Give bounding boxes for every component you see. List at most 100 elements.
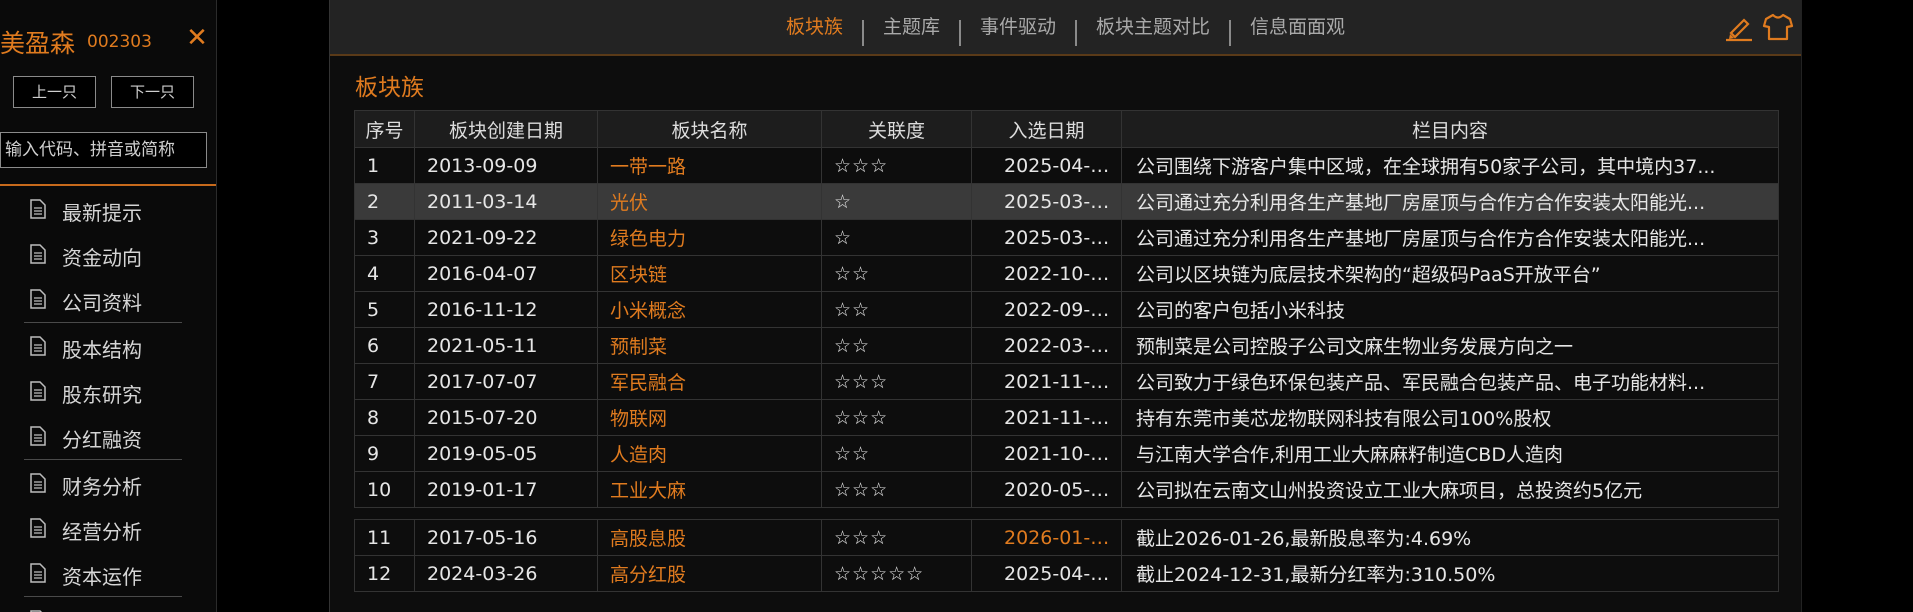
table-row[interactable]: 3 2021-09-22 绿色电力 ☆ 2025-03-19 公司通过充分利用各… [354, 219, 1779, 256]
table-row[interactable]: 7 2017-07-07 军民融合 ☆☆☆ 2021-11-02 公司致力于绿色… [354, 363, 1779, 400]
cell-index: 1 [354, 147, 415, 184]
close-icon[interactable]: ✕ [184, 24, 210, 52]
cell-sector-name[interactable]: 一带一路 [597, 147, 822, 184]
table-row[interactable]: 12 2024-03-26 高分红股 ☆☆☆☆☆ 2025-04-15 截止20… [354, 555, 1779, 592]
col-header-created-date[interactable]: 板块创建日期 [414, 110, 598, 148]
cell-index: 7 [354, 363, 415, 400]
tab-event-driven[interactable]: 事件驱动 [961, 0, 1075, 54]
menu-item-share-structure[interactable]: 股本结构 [28, 328, 198, 364]
cell-index: 2 [354, 183, 415, 220]
cell-selected-date: 2022-03-22 [971, 327, 1122, 364]
col-header-selected-date[interactable]: 入选日期 [971, 110, 1122, 148]
cell-selected-date: 2025-04-23 [971, 147, 1122, 184]
col-header-content[interactable]: 栏目内容 [1121, 110, 1779, 148]
cell-created-date: 2015-07-20 [414, 399, 598, 436]
tab-theme-library[interactable]: 主题库 [864, 0, 959, 54]
menu-item-latest-tips[interactable]: 最新提示 [28, 191, 198, 227]
menu-item-label: 资金动向 [62, 246, 142, 270]
menu-item-label: 股东研究 [62, 383, 142, 407]
menu-item-next-partial[interactable] [28, 602, 198, 612]
menu-item-financial-analysis[interactable]: 财务分析 [28, 465, 198, 501]
cell-sector-name[interactable]: 小米概念 [597, 291, 822, 328]
cell-created-date: 2017-07-07 [414, 363, 598, 400]
table-row[interactable]: 5 2016-11-12 小米概念 ☆☆ 2022-09-27 公司的客户包括小… [354, 291, 1779, 328]
document-icon [30, 563, 46, 583]
edit-icon[interactable] [1723, 12, 1755, 42]
cell-index: 9 [354, 435, 415, 472]
prev-stock-button[interactable]: 上一只 [13, 76, 96, 108]
table-row[interactable]: 8 2015-07-20 物联网 ☆☆☆ 2021-11-02 持有东莞市美芯龙… [354, 399, 1779, 436]
table-row[interactable]: 2 2011-03-14 光伏 ☆ 2025-03-20 公司通过充分利用各生产… [354, 183, 1779, 220]
table-row[interactable]: 9 2019-05-05 人造肉 ☆☆ 2021-10-19 与江南大学合作,利… [354, 435, 1779, 472]
cell-selected-date: 2021-11-02 [971, 363, 1122, 400]
cell-relevance-stars: ☆☆☆ [821, 399, 972, 436]
menu-item-capital-operation[interactable]: 资本运作 [28, 555, 198, 591]
section-title: 板块族 [355, 75, 424, 101]
cell-selected-date: 2020-05-17 [971, 471, 1122, 508]
stock-name: 美盈森 [0, 29, 76, 58]
cell-relevance-stars: ☆ [821, 219, 972, 256]
menu-item-label: 公司资料 [62, 291, 142, 315]
cell-created-date: 2019-01-17 [414, 471, 598, 508]
next-stock-button[interactable]: 下一只 [111, 76, 194, 108]
cell-sector-name[interactable]: 高分红股 [597, 555, 822, 592]
table-row[interactable]: 6 2021-05-11 预制菜 ☆☆ 2022-03-22 预制菜是公司控股子… [354, 327, 1779, 364]
col-header-relevance[interactable]: 关联度 [821, 110, 972, 148]
cell-relevance-stars: ☆☆☆ [821, 519, 972, 556]
cell-sector-name[interactable]: 军民融合 [597, 363, 822, 400]
cell-content: 持有东莞市美芯龙物联网科技有限公司100%股权 [1121, 399, 1779, 436]
menu-item-label: 最新提示 [62, 201, 142, 225]
document-icon [30, 289, 46, 309]
cell-index: 12 [354, 555, 415, 592]
document-icon [30, 244, 46, 264]
cell-sector-name[interactable]: 工业大麻 [597, 471, 822, 508]
cell-created-date: 2021-09-22 [414, 219, 598, 256]
cell-created-date: 2019-05-05 [414, 435, 598, 472]
stock-header: 美盈森 002303 ✕ [0, 22, 216, 58]
tab-sector-theme-compare[interactable]: 板块主题对比 [1077, 0, 1229, 54]
cell-sector-name[interactable]: 光伏 [597, 183, 822, 220]
cell-content: 公司以区块链为底层技术架构的“超级码PaaS开放平台” [1121, 255, 1779, 292]
menu-item-shareholder-research[interactable]: 股东研究 [28, 373, 198, 409]
sector-table: 序号 板块创建日期 板块名称 关联度 入选日期 栏目内容 1 2013-09-0… [354, 110, 1779, 592]
cell-index: 5 [354, 291, 415, 328]
cell-content: 与江南大学合作,利用工业大麻麻籽制造CBD人造肉 [1121, 435, 1779, 472]
tab-sector-family[interactable]: 板块族 [767, 0, 862, 54]
cell-index: 8 [354, 399, 415, 436]
col-header-index[interactable]: 序号 [354, 110, 415, 148]
menu-item-operation-analysis[interactable]: 经营分析 [28, 510, 198, 546]
tab-bar: 板块族 主题库 事件驱动 板块主题对比 信息面面观 [330, 0, 1801, 54]
menu-item-fund-flow[interactable]: 资金动向 [28, 236, 198, 272]
cell-index: 4 [354, 255, 415, 292]
cell-created-date: 2016-04-07 [414, 255, 598, 292]
menu-item-company-profile[interactable]: 公司资料 [28, 281, 198, 317]
table-row[interactable]: 4 2016-04-07 区块链 ☆☆ 2022-10-25 公司以区块链为底层… [354, 255, 1779, 292]
cell-sector-name[interactable]: 高股息股 [597, 519, 822, 556]
cell-content: 公司拟在云南文山州投资设立工业大麻项目，总投资约5亿元 [1121, 471, 1779, 508]
cell-selected-date: 2025-03-19 [971, 219, 1122, 256]
cell-sector-name[interactable]: 人造肉 [597, 435, 822, 472]
stock-search-input[interactable] [0, 132, 207, 168]
cell-sector-name[interactable]: 区块链 [597, 255, 822, 292]
cell-index: 10 [354, 471, 415, 508]
table-row[interactable]: 11 2017-05-16 高股息股 ☆☆☆ 2026-01-26 截止2026… [354, 519, 1779, 556]
tab-info-overview[interactable]: 信息面面观 [1231, 0, 1364, 54]
cell-sector-name[interactable]: 物联网 [597, 399, 822, 436]
menu-item-dividend-financing[interactable]: 分红融资 [28, 418, 198, 454]
col-header-sector-name[interactable]: 板块名称 [597, 110, 822, 148]
cell-relevance-stars: ☆☆☆☆☆ [821, 555, 972, 592]
cell-content: 公司通过充分利用各生产基地厂房屋顶与合作方合作安装太阳能光... [1121, 219, 1779, 256]
cell-content: 公司围绕下游客户集中区域，在全球拥有50家子公司，其中境内37... [1121, 147, 1779, 184]
document-icon [30, 473, 46, 493]
cell-sector-name[interactable]: 预制菜 [597, 327, 822, 364]
table-row[interactable]: 1 2013-09-09 一带一路 ☆☆☆ 2025-04-23 公司围绕下游客… [354, 147, 1779, 184]
cell-relevance-stars: ☆☆☆ [821, 363, 972, 400]
document-icon [30, 199, 46, 219]
menu-item-label: 经营分析 [62, 520, 142, 544]
table-group-gap [354, 507, 1779, 520]
cell-content: 截止2024-12-31,最新分红率为:310.50% [1121, 555, 1779, 592]
table-row[interactable]: 10 2019-01-17 工业大麻 ☆☆☆ 2020-05-17 公司拟在云南… [354, 471, 1779, 508]
skin-icon[interactable] [1762, 12, 1794, 42]
cell-sector-name[interactable]: 绿色电力 [597, 219, 822, 256]
menu-item-label: 分红融资 [62, 428, 142, 452]
